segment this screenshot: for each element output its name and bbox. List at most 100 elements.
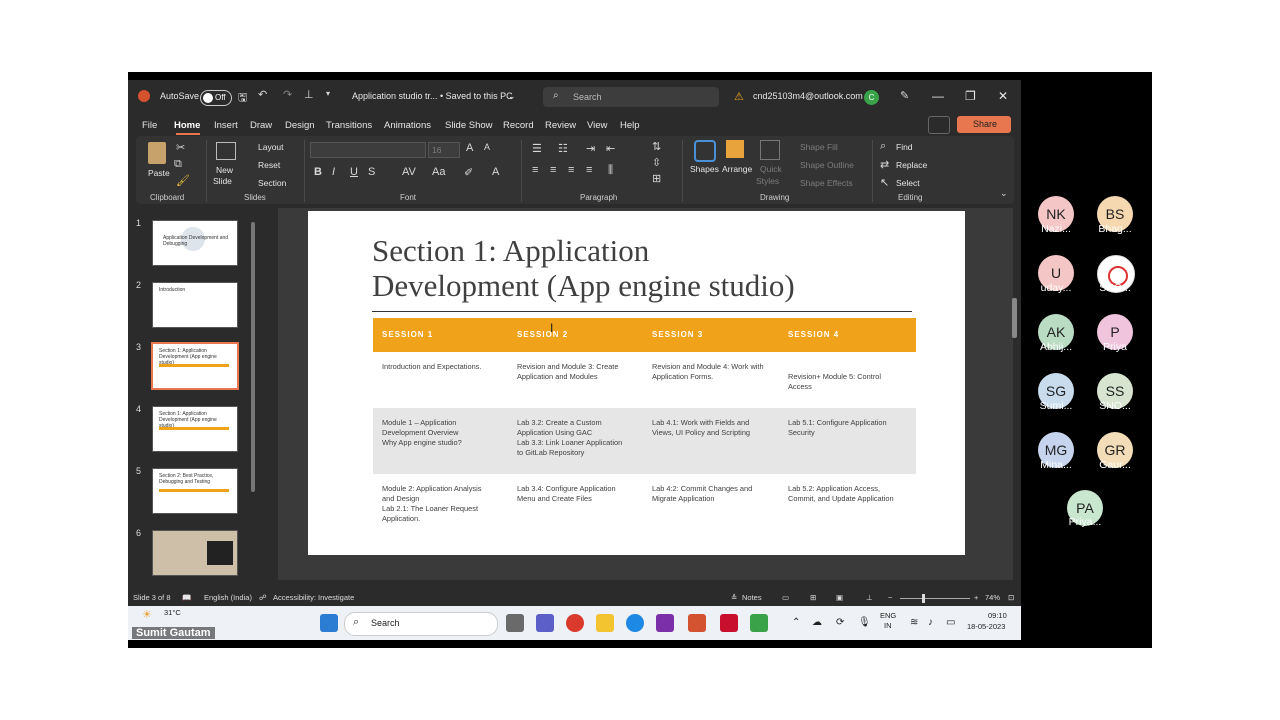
find-button[interactable]: Find bbox=[896, 142, 913, 152]
arrange-label[interactable]: Arrange bbox=[722, 164, 752, 174]
notes-button[interactable]: Notes bbox=[742, 593, 762, 602]
present-icon[interactable]: ⊥ bbox=[304, 88, 314, 101]
tab-review[interactable]: Review bbox=[545, 120, 576, 131]
quick-styles-icon[interactable] bbox=[760, 140, 780, 160]
slide-thumbnail-2[interactable]: Introduction bbox=[152, 282, 238, 328]
share-button[interactable]: Share bbox=[957, 116, 1011, 133]
tab-transitions[interactable]: Transitions bbox=[326, 120, 372, 131]
zoom-out-icon[interactable]: − bbox=[888, 593, 892, 602]
thumbnail-scrollbar[interactable] bbox=[251, 222, 255, 492]
tab-view[interactable]: View bbox=[587, 120, 607, 131]
weather-icon[interactable]: ☀ bbox=[142, 608, 152, 621]
spellcheck-icon[interactable]: 📖 bbox=[182, 593, 191, 602]
acrobat-icon[interactable] bbox=[720, 614, 738, 632]
normal-view-icon[interactable]: ▭ bbox=[782, 593, 789, 602]
slide-thumbnail-1[interactable]: Application Development and Debugging bbox=[152, 220, 238, 266]
smartart-icon[interactable]: ⊞ bbox=[652, 172, 661, 185]
reading-view-icon[interactable]: ▣ bbox=[836, 593, 843, 602]
arrange-icon[interactable] bbox=[726, 140, 744, 158]
close-button[interactable]: ✕ bbox=[998, 89, 1008, 103]
language[interactable]: English (India) bbox=[204, 593, 252, 602]
slideshow-icon[interactable]: ⊥ bbox=[866, 593, 873, 602]
cloud-icon[interactable]: ☁ bbox=[812, 617, 822, 628]
zoom-level[interactable]: 74% bbox=[985, 593, 1000, 602]
text-direction-icon[interactable]: ⇅ bbox=[652, 140, 661, 153]
weather-temp[interactable]: 31°C bbox=[164, 608, 181, 617]
wifi-icon[interactable]: ≋ bbox=[910, 617, 918, 628]
slide-title[interactable]: Section 1: Application Development (App … bbox=[372, 233, 932, 303]
input-region[interactable]: IN bbox=[884, 621, 892, 630]
start-icon[interactable] bbox=[320, 614, 338, 632]
shapes-label[interactable]: Shapes bbox=[690, 164, 719, 174]
tab-draw[interactable]: Draw bbox=[250, 120, 272, 131]
tab-file[interactable]: File bbox=[142, 120, 157, 131]
align-left-icon[interactable]: ≡ bbox=[532, 164, 538, 176]
zoom-slider[interactable] bbox=[900, 594, 970, 603]
columns-icon[interactable]: ⫼ bbox=[608, 164, 613, 177]
shape-effects-button[interactable]: Shape Effects bbox=[800, 178, 853, 188]
volume-icon[interactable]: ♪ bbox=[928, 617, 933, 628]
slide-thumbnail-4[interactable]: Section 1: Application Development (App … bbox=[152, 406, 238, 452]
format-painter-icon[interactable]: 🖌 bbox=[176, 174, 190, 187]
italic-icon[interactable]: I bbox=[332, 166, 335, 178]
tab-slide-show[interactable]: Slide Show bbox=[445, 120, 493, 131]
zoom-slider-thumb[interactable] bbox=[922, 594, 925, 603]
bold-icon[interactable]: B bbox=[314, 166, 322, 178]
account-avatar[interactable]: C bbox=[864, 90, 879, 105]
sync-icon[interactable]: ⟳ bbox=[836, 617, 844, 628]
tab-design[interactable]: Design bbox=[285, 120, 315, 131]
chevron-down-icon[interactable]: ⌄ bbox=[508, 91, 516, 102]
paste-icon[interactable] bbox=[148, 142, 166, 164]
tab-insert[interactable]: Insert bbox=[214, 120, 238, 131]
restore-button[interactable]: ❐ bbox=[965, 89, 976, 103]
find-icon[interactable]: ⌕ bbox=[880, 140, 886, 153]
slide-sorter-icon[interactable]: ⊞ bbox=[810, 593, 816, 602]
accessibility-status[interactable]: Accessibility: Investigate bbox=[273, 593, 354, 602]
tab-home[interactable]: Home bbox=[174, 120, 200, 131]
input-language[interactable]: ENG bbox=[880, 611, 896, 620]
notes-icon[interactable]: ≙ bbox=[731, 593, 737, 602]
outdent-icon[interactable]: ⇤ bbox=[606, 142, 615, 155]
tray-chevron-icon[interactable]: ⌃ bbox=[792, 617, 800, 628]
battery-icon[interactable]: ▭ bbox=[946, 617, 955, 628]
comments-button[interactable] bbox=[928, 116, 950, 134]
taskbar-search[interactable]: ⌕ Search bbox=[344, 612, 498, 636]
clock-time[interactable]: 09:10 bbox=[988, 611, 1007, 620]
powerpoint-taskbar-icon[interactable] bbox=[688, 614, 706, 632]
replace-icon[interactable]: ⇄ bbox=[880, 158, 889, 171]
cut-icon[interactable]: ✂ bbox=[176, 141, 185, 154]
font-color-icon[interactable]: A bbox=[492, 166, 499, 178]
document-title[interactable]: Application studio tr... bbox=[352, 91, 438, 101]
microphone-icon[interactable]: 🎙 bbox=[858, 617, 871, 628]
slide-thumbnail-6[interactable] bbox=[152, 530, 238, 576]
autosave-toggle[interactable]: Off bbox=[200, 90, 232, 106]
grow-font-icon[interactable]: A bbox=[466, 142, 473, 154]
copy-icon[interactable]: ⧉ bbox=[174, 158, 182, 171]
quick-styles-label-2[interactable]: Styles bbox=[756, 176, 779, 186]
warning-icon[interactable]: ⚠ bbox=[734, 90, 744, 103]
tab-animations[interactable]: Animations bbox=[384, 120, 431, 131]
paste-label[interactable]: Paste bbox=[148, 168, 170, 178]
change-case-icon[interactable]: Aa bbox=[432, 166, 445, 178]
char-spacing-icon[interactable]: AV bbox=[402, 166, 416, 178]
accessibility-icon[interactable]: ☍ bbox=[259, 593, 267, 602]
section-button[interactable]: Section bbox=[258, 178, 286, 188]
underline-icon[interactable]: U bbox=[350, 166, 358, 178]
chrome-icon[interactable] bbox=[566, 614, 584, 632]
redo-icon[interactable]: ↷ bbox=[283, 88, 292, 101]
justify-icon[interactable]: ≡ bbox=[586, 164, 592, 176]
shape-outline-button[interactable]: Shape Outline bbox=[800, 160, 854, 170]
font-name-field[interactable] bbox=[310, 142, 426, 158]
replace-button[interactable]: Replace bbox=[896, 160, 927, 170]
new-slide-icon[interactable] bbox=[216, 142, 236, 160]
numbering-icon[interactable]: ☷ bbox=[558, 142, 568, 155]
minimize-button[interactable]: — bbox=[932, 89, 944, 103]
reset-button[interactable]: Reset bbox=[258, 160, 280, 170]
strikethrough-icon[interactable]: S bbox=[368, 166, 375, 178]
align-text-icon[interactable]: ⇳ bbox=[652, 156, 661, 169]
search-box[interactable]: ⌕ Search bbox=[543, 87, 719, 107]
teams-icon[interactable] bbox=[536, 614, 554, 632]
slide-thumbnail-5[interactable]: Section 2: Best Practice, Debugging and … bbox=[152, 468, 238, 514]
font-size-field[interactable]: 16 bbox=[428, 142, 460, 158]
shape-fill-button[interactable]: Shape Fill bbox=[800, 142, 838, 152]
